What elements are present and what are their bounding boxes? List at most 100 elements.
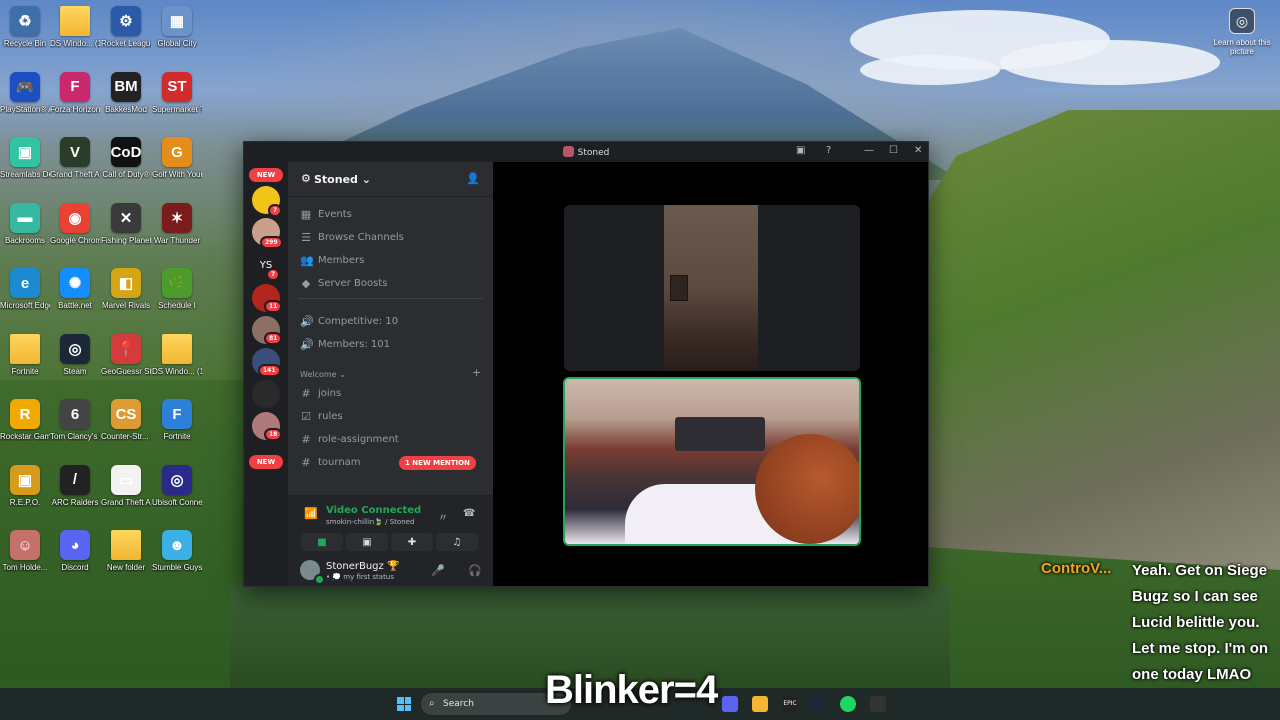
channel-role-assignment[interactable]: # role-assignment bbox=[300, 433, 398, 446]
video-tile[interactable] bbox=[564, 205, 860, 371]
desktop-icon-label: PlayStation® Accessories bbox=[0, 104, 50, 114]
desktop-icon[interactable]: ♻ Recycle Bin bbox=[0, 6, 50, 48]
desktop-icon[interactable]: ▬ Backrooms bbox=[0, 202, 50, 245]
channel-tournament[interactable]: # tournam bbox=[300, 456, 360, 469]
desktop-icon[interactable]: ✺ Battle.net bbox=[50, 268, 100, 310]
disconnect-icon[interactable]: ☎ bbox=[463, 508, 475, 519]
server-boosts-item[interactable]: ◆ Server Boosts bbox=[300, 277, 388, 290]
desktop-icon-label: Rockstar Games ... bbox=[0, 432, 50, 441]
mention-count-badge: 11 bbox=[264, 300, 283, 313]
channel-label: rules bbox=[318, 411, 343, 422]
inbox-icon[interactable]: ▣ bbox=[796, 145, 805, 156]
chat-username: ControV... bbox=[1041, 560, 1112, 577]
video-tile-speaking[interactable] bbox=[563, 377, 861, 546]
epic-games-icon[interactable]: EPIC bbox=[782, 696, 798, 712]
add-channel-icon[interactable]: + bbox=[472, 366, 481, 379]
steam-icon[interactable] bbox=[810, 696, 826, 712]
soundboard-button[interactable]: ♫ bbox=[436, 533, 478, 551]
desktop-icon-label: DS Windo... (1) bbox=[50, 39, 100, 48]
browse-channels-item[interactable]: ☰ Browse Channels bbox=[300, 231, 404, 244]
new-mention-pill[interactable]: 1 NEW MENTION bbox=[399, 456, 476, 470]
desktop-icon[interactable]: 🌿 Schedule I bbox=[152, 268, 202, 310]
invite-icon[interactable]: 👤 bbox=[466, 172, 480, 185]
desktop-icon[interactable]: 6 Tom Clancy's Rainbow S... bbox=[50, 399, 100, 441]
desktop-icon[interactable]: ▣ Streamlabs Desktop bbox=[0, 137, 50, 179]
desktop-icon[interactable]: Fortnite bbox=[0, 333, 50, 376]
desktop-icon[interactable]: ◕ Discord bbox=[50, 530, 100, 572]
desktop-icon[interactable]: ◎ Steam bbox=[50, 333, 100, 376]
desktop-icon[interactable]: New folder bbox=[101, 530, 151, 572]
learn-about-picture[interactable]: ◎ Learn about this picture bbox=[1212, 8, 1272, 56]
desktop-icon[interactable]: / ARC Raiders bbox=[50, 464, 100, 507]
desktop-icon[interactable]: BM BakkesMod bbox=[101, 71, 151, 114]
desktop-icon[interactable]: DS Windo... (1) bbox=[152, 333, 202, 376]
channel-joins[interactable]: # joins bbox=[300, 387, 341, 400]
desktop-icon[interactable]: e Microsoft Edge bbox=[0, 268, 50, 310]
server-boosts-label: Server Boosts bbox=[318, 278, 388, 289]
desktop-icon[interactable]: ☻ Stumble Guys bbox=[152, 530, 202, 572]
minimize-button[interactable]: — bbox=[864, 145, 874, 156]
desktop-icon[interactable]: 🎮 PlayStation® Accessories bbox=[0, 71, 50, 114]
desktop-icon[interactable]: ✕ Fishing Planet bbox=[101, 202, 151, 245]
signal-icon[interactable]: 📶 bbox=[304, 507, 318, 520]
headphones-icon[interactable]: 🎧 bbox=[468, 564, 482, 577]
members-item[interactable]: 👥 Members bbox=[300, 254, 364, 267]
desktop-icon[interactable]: ◎ Ubisoft Connect bbox=[152, 464, 202, 507]
server-header[interactable]: ⚙ Stoned ⌄ 👤 bbox=[288, 162, 493, 197]
desktop-icon-label: Recycle Bin bbox=[3, 39, 47, 48]
desktop-icon[interactable]: R Rockstar Games ... bbox=[0, 399, 50, 441]
spotify-icon[interactable] bbox=[840, 696, 856, 712]
desktop-icon[interactable]: CoD Call of Duty® bbox=[101, 137, 151, 179]
desktop-icon-label: Counter-Str... 2 bbox=[101, 432, 151, 441]
stat-channel-competitive[interactable]: 🔊 Competitive: 10 bbox=[300, 315, 398, 328]
maximize-button[interactable]: ☐ bbox=[889, 145, 898, 156]
stat-channel-members[interactable]: 🔊 Members: 101 bbox=[300, 338, 390, 351]
new-badge[interactable]: NEW bbox=[249, 168, 283, 182]
server-icon[interactable] bbox=[252, 380, 280, 408]
events-item[interactable]: ▦ Events bbox=[300, 208, 352, 221]
hash-icon: # bbox=[301, 433, 311, 446]
desktop-icon[interactable]: ST Supermarket Together bbox=[152, 71, 202, 114]
desktop-icon[interactable]: ✶ War Thunder bbox=[152, 202, 202, 245]
file-explorer-icon[interactable] bbox=[752, 696, 768, 712]
activities-button[interactable]: ✚ bbox=[391, 533, 433, 551]
discord-taskbar-icon[interactable] bbox=[722, 696, 738, 712]
microphone-icon[interactable]: 🎤 bbox=[431, 564, 445, 577]
bakkesmod-icon[interactable] bbox=[870, 696, 886, 712]
channel-rules[interactable]: ☑ rules bbox=[300, 410, 343, 423]
close-button[interactable]: ✕ bbox=[914, 145, 922, 156]
app-icon: G bbox=[162, 137, 192, 167]
desktop-icon[interactable]: ▣ R.E.P.O. bbox=[0, 464, 50, 507]
category-welcome[interactable]: Welcome ⌄ bbox=[300, 370, 346, 379]
desktop-icon[interactable]: ☺ Tom Holde... bbox=[0, 530, 50, 572]
desktop-icon[interactable]: ◉ Google Chrome bbox=[50, 202, 100, 245]
desktop-icon[interactable]: ⚙ Rocket League® bbox=[101, 6, 151, 48]
desktop-icon[interactable]: DS Windo... (1) bbox=[50, 6, 100, 48]
desktop-icon[interactable]: 📍 GeoGuessr Steam E... bbox=[101, 333, 151, 376]
desktop-icon[interactable]: ▦ Global City bbox=[152, 6, 202, 48]
blinker-counter: Blinker=4 bbox=[545, 668, 718, 712]
user-panel: StonerBugz 🏆 • 💭 my first status 🎤 🎧 ⚙ bbox=[288, 556, 517, 586]
voice-channel-name[interactable]: smokin-chillin🍃 / Stoned bbox=[326, 518, 414, 526]
username[interactable]: StonerBugz 🏆 bbox=[326, 561, 399, 572]
rules-icon: ☑ bbox=[301, 410, 311, 423]
browse-channels-label: Browse Channels bbox=[318, 232, 404, 243]
help-icon[interactable]: ? bbox=[826, 145, 831, 156]
new-badge[interactable]: NEW bbox=[249, 455, 283, 469]
noise-suppression-icon[interactable]: 〃 bbox=[438, 509, 448, 524]
desktop-icon[interactable]: F Fortnite bbox=[152, 399, 202, 441]
windows-start-icon[interactable] bbox=[397, 697, 411, 711]
voice-panel: 📶 Video Connected smokin-chillin🍃 / Ston… bbox=[288, 495, 493, 556]
desktop-icon[interactable]: G Golf With Your Friends bbox=[152, 137, 202, 179]
app-icon bbox=[60, 6, 90, 36]
app-icon: BM bbox=[111, 71, 141, 102]
desktop-icon[interactable]: ▭ Grand Theft Auto V bbox=[101, 464, 151, 507]
app-icon bbox=[10, 333, 40, 364]
desktop-icon[interactable]: ◧ Marvel Rivals bbox=[101, 268, 151, 310]
desktop-icon[interactable]: V Grand Theft Auto V En... bbox=[50, 137, 100, 179]
camera-button[interactable]: ■ bbox=[301, 533, 343, 551]
desktop-icon[interactable]: F Forza Horizon 5 bbox=[50, 71, 100, 114]
app-icon: F bbox=[60, 71, 90, 102]
desktop-icon[interactable]: CS Counter-Str... 2 bbox=[101, 399, 151, 441]
screen-share-button[interactable]: ▣ bbox=[346, 533, 388, 551]
